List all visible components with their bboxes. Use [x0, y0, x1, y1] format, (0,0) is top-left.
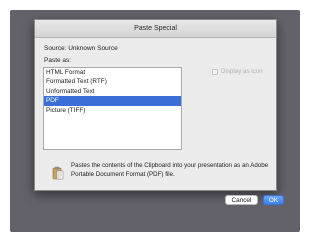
- paste-as-label: Paste as:: [44, 57, 72, 64]
- ok-button[interactable]: OK: [263, 195, 284, 205]
- paste-as-list[interactable]: HTML Format Formatted Text (RTF) Unforma…: [43, 67, 182, 150]
- list-item-unformatted-text[interactable]: Unformatted Text: [44, 87, 181, 96]
- checkbox-box[interactable]: [212, 68, 218, 75]
- dialog-title: Paste Special: [35, 20, 276, 38]
- display-as-icon-label: Display as icon: [221, 68, 263, 75]
- clipboard-paste-icon: [52, 166, 64, 180]
- list-item-picture-tiff[interactable]: Picture (TIFF): [44, 106, 181, 115]
- cancel-button[interactable]: Cancel: [225, 195, 258, 205]
- list-item-html-format[interactable]: HTML Format: [44, 68, 181, 77]
- list-item-pdf[interactable]: PDF: [44, 96, 181, 106]
- result-description: Pastes the contents of the Clipboard int…: [71, 162, 269, 178]
- display-as-icon-checkbox[interactable]: Display as icon: [212, 68, 263, 75]
- source-label: Source: Unknown Source: [44, 45, 118, 52]
- paste-special-dialog: Paste Special Source: Unknown Source Pas…: [34, 19, 284, 205]
- list-item-formatted-text-rtf[interactable]: Formatted Text (RTF): [44, 77, 181, 86]
